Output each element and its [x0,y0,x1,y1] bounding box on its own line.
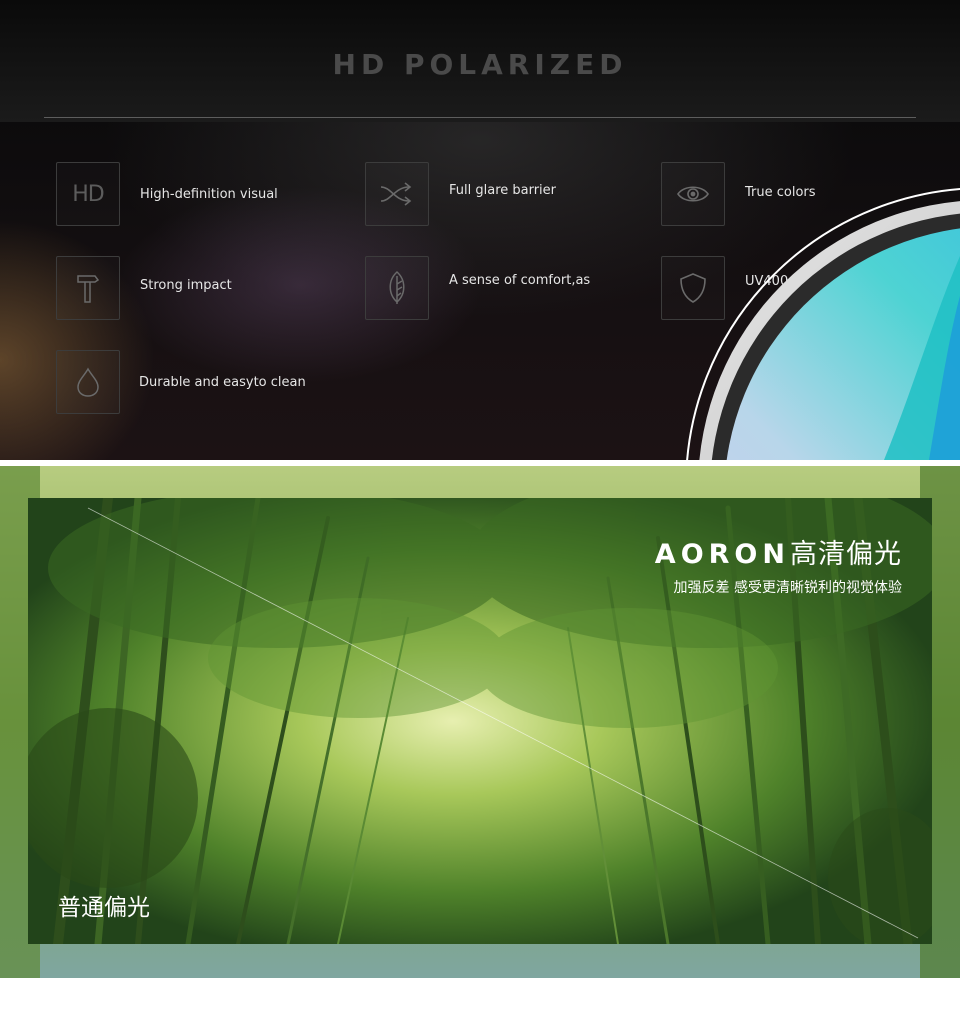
divider [44,117,916,118]
feature-glare: Full glare barrier [365,162,556,226]
features-panel: HD POLARIZED HD High-definition visual F… [0,0,960,460]
brand-subtitle: 加强反差 感受更清晰锐利的视觉体验 [673,580,902,596]
page-title: HD POLARIZED [332,48,628,81]
feature-label: Durable and easyto clean [139,374,306,390]
comparison-image: AORON高清偏光 加强反差 感受更清晰锐利的视觉体验 普通偏光 [0,466,960,978]
feature-impact: Strong impact [56,256,232,320]
brand-name: AORON [654,539,790,570]
feature-hd: HD High-definition visual [56,162,278,226]
brand-product: 高清偏光 [790,539,902,570]
lens-graphic [684,186,960,460]
aoron-polarized-heading: AORON高清偏光 加强反差 感受更清晰锐利的视觉体验 [655,532,902,597]
hammer-icon [56,256,120,320]
water-drop-icon [56,350,120,414]
feather-icon [365,256,429,320]
bamboo-photo: AORON高清偏光 加强反差 感受更清晰锐利的视觉体验 普通偏光 [28,498,932,944]
feature-label: Strong impact [140,277,232,293]
feature-label: Full glare barrier [449,182,557,198]
normal-polarized-label: 普通偏光 [58,895,150,921]
hd-icon: HD [56,162,120,226]
shuffle-arrows-icon [365,162,429,226]
feature-label: A sense of comfort,as [449,272,591,288]
feature-label: High-definition visual [140,186,278,202]
feature-comfort: A sense of comfort,as [365,256,590,320]
feature-clean: Durable and easyto clean [56,350,306,414]
